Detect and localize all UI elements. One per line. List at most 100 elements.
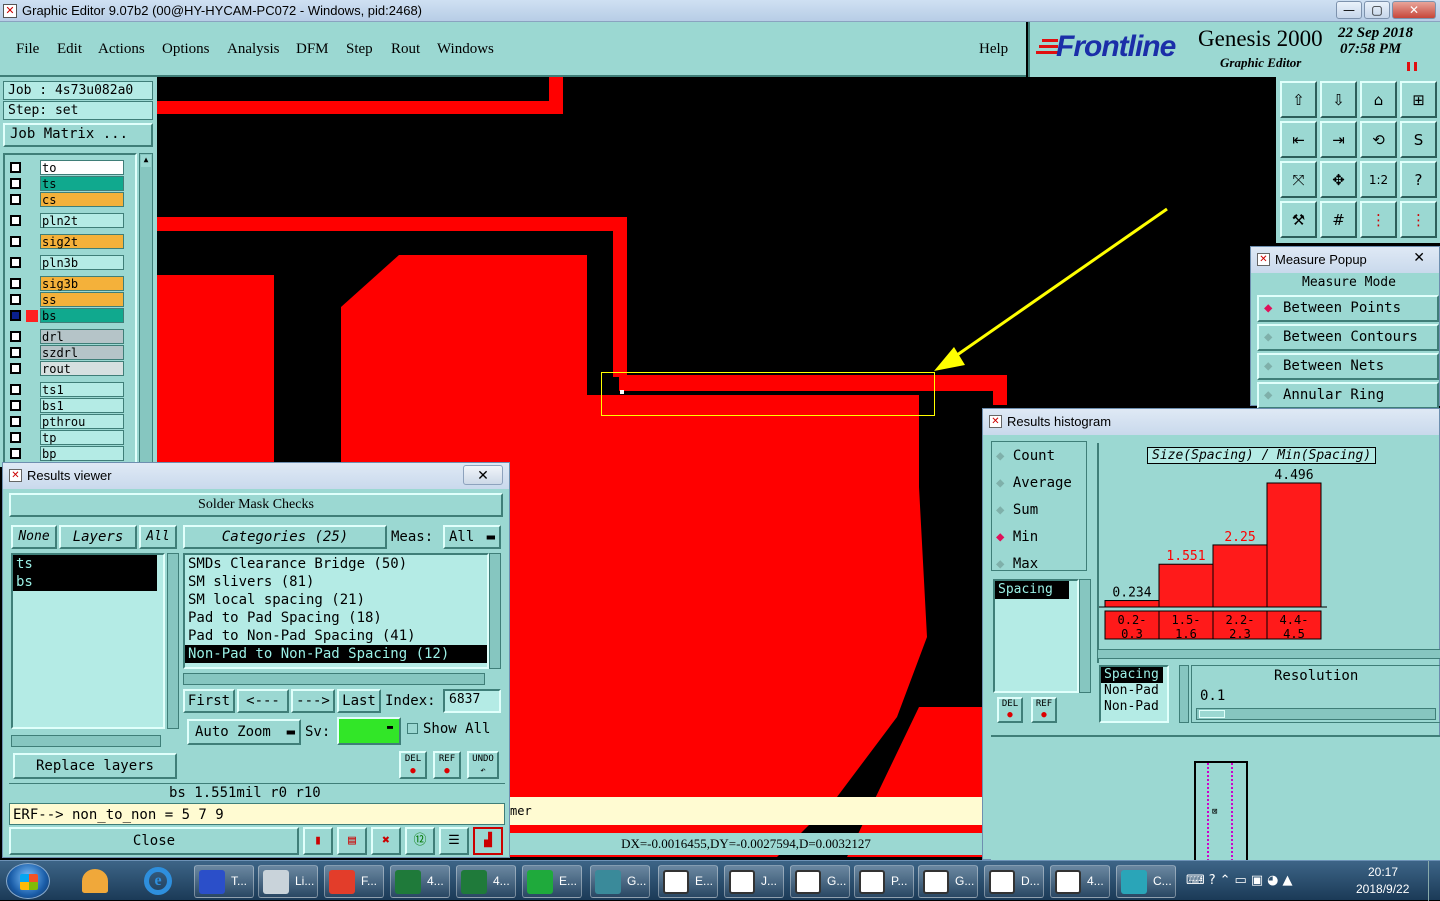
zoom-fit-icon[interactable]: ⤧ bbox=[1280, 161, 1317, 198]
taskbar-item[interactable]: G... bbox=[590, 865, 650, 898]
layer-row-cs[interactable]: cs bbox=[6, 192, 124, 207]
menu-actions[interactable]: Actions bbox=[98, 41, 145, 58]
list-item[interactable]: ts bbox=[13, 555, 157, 573]
menu-file[interactable]: File bbox=[16, 41, 39, 58]
taskbar-item[interactable]: G... bbox=[790, 865, 850, 898]
layer-checkbox[interactable] bbox=[10, 178, 21, 189]
undo-button[interactable]: UNDO ↶ bbox=[467, 751, 499, 779]
category-item[interactable]: SM slivers (81) bbox=[185, 573, 487, 591]
none-button[interactable]: None bbox=[11, 525, 57, 549]
numbers-icon[interactable]: ⑫ bbox=[405, 827, 435, 855]
list-item[interactable]: Non-Pad bbox=[1101, 683, 1167, 699]
layer-row-rout[interactable]: rout bbox=[6, 361, 124, 376]
next-button[interactable]: ---> bbox=[291, 689, 335, 713]
ruler-icon[interactable]: ⚒ bbox=[1280, 201, 1317, 238]
home-icon[interactable]: ⇧ bbox=[1280, 81, 1317, 118]
layer-row-szdrl[interactable]: szdrl bbox=[6, 345, 124, 360]
layer-list-hscrollbar[interactable] bbox=[11, 735, 161, 747]
mirror-icon[interactable]: ⟲ bbox=[1360, 121, 1397, 158]
spacing-scrollbar[interactable] bbox=[1079, 579, 1091, 693]
list-item[interactable]: Spacing bbox=[995, 581, 1069, 599]
taskbar-item[interactable]: J... bbox=[724, 865, 784, 898]
taskbar-item[interactable]: 4... bbox=[390, 865, 450, 898]
layer-row-pln2t[interactable]: pln2t bbox=[6, 213, 124, 228]
mode-option-max[interactable]: ◆ Max bbox=[996, 556, 1038, 572]
menu-windows[interactable]: Windows bbox=[437, 41, 494, 58]
layer-checkbox[interactable] bbox=[10, 448, 21, 459]
move-right-icon[interactable]: ⇥ bbox=[1320, 121, 1357, 158]
list2-scrollbar[interactable] bbox=[1179, 665, 1189, 723]
shell-icon[interactable] bbox=[66, 865, 124, 898]
layer-checkbox[interactable] bbox=[10, 384, 21, 395]
close-button[interactable]: Close bbox=[9, 827, 299, 855]
layer-checkbox[interactable] bbox=[10, 257, 21, 268]
menu-edit[interactable]: Edit bbox=[57, 41, 82, 58]
show-all-checkbox[interactable] bbox=[407, 723, 418, 734]
category-item[interactable]: Non-Pad to Non-Pad Spacing (12) bbox=[185, 645, 487, 663]
layer-row-bs[interactable]: bs bbox=[6, 308, 124, 323]
tray-icons[interactable]: ⌨?⌃▭▣◕▲ bbox=[1186, 873, 1296, 888]
close-window-button[interactable]: ✕ bbox=[1392, 1, 1436, 19]
layer-row-sig3b[interactable]: sig3b bbox=[6, 276, 124, 291]
report-icon[interactable]: ▤ bbox=[337, 827, 367, 855]
list-item[interactable]: Spacing bbox=[1101, 667, 1163, 683]
layer-checkbox[interactable] bbox=[10, 331, 21, 342]
maximize-button[interactable]: ▢ bbox=[1364, 1, 1390, 19]
solder-mask-header[interactable]: Solder Mask Checks bbox=[9, 493, 503, 517]
histogram-bar[interactable] bbox=[1158, 563, 1214, 608]
taskbar-item[interactable]: P... bbox=[854, 865, 914, 898]
mode-option-count[interactable]: ◆ Count bbox=[996, 448, 1055, 464]
category-item[interactable]: Pad to Pad Spacing (18) bbox=[185, 609, 487, 627]
category-scrollbar[interactable] bbox=[489, 553, 501, 669]
category-hscrollbar[interactable] bbox=[183, 673, 485, 685]
ref-button[interactable]: REF ● bbox=[433, 751, 461, 779]
snap-icon[interactable]: ⋮ bbox=[1360, 201, 1397, 238]
layer-list-scrollbar[interactable] bbox=[167, 553, 179, 729]
layer-list-scrollbar[interactable]: ▲ bbox=[139, 153, 153, 465]
menu-analysis[interactable]: Analysis bbox=[227, 41, 280, 58]
histogram-bar[interactable] bbox=[1104, 600, 1160, 608]
mode-option-min[interactable]: ◆ Min bbox=[996, 529, 1038, 545]
close-icon[interactable]: ✕ bbox=[1413, 249, 1425, 266]
taskbar-item[interactable]: Li... bbox=[258, 865, 318, 898]
first-button[interactable]: First bbox=[183, 689, 235, 713]
auto-zoom-dropdown[interactable]: Auto Zoom ▬ bbox=[187, 719, 301, 745]
layer-checkbox[interactable] bbox=[10, 294, 21, 305]
menu-help[interactable]: Help bbox=[979, 41, 1008, 58]
categories-button[interactable]: Categories (25) bbox=[183, 525, 387, 549]
measure-option[interactable]: ◆ Annular Ring bbox=[1257, 382, 1439, 409]
hist-ref-button[interactable]: REF ● bbox=[1031, 697, 1057, 723]
layer-row-ts1[interactable]: ts1 bbox=[6, 382, 124, 397]
ratio-icon[interactable]: 1:2 bbox=[1360, 161, 1397, 198]
measure-option[interactable]: ◆ Between Contours bbox=[1257, 324, 1439, 351]
layer-row-bp[interactable]: bp bbox=[6, 446, 124, 461]
layer-checkbox[interactable] bbox=[10, 400, 21, 411]
menu-rout[interactable]: Rout bbox=[391, 41, 420, 58]
taskbar-item[interactable]: F... bbox=[324, 865, 384, 898]
category-item[interactable]: SM local spacing (21) bbox=[185, 591, 487, 609]
layer-checkbox[interactable] bbox=[10, 347, 21, 358]
index-input[interactable]: 6837 bbox=[443, 689, 501, 713]
prev-button[interactable]: <--- bbox=[237, 689, 289, 713]
measure-option[interactable]: ◆ Between Points bbox=[1257, 295, 1439, 322]
histogram-hscrollbar[interactable] bbox=[1097, 649, 1440, 659]
layer-row-pthrou[interactable]: pthrou bbox=[6, 414, 124, 429]
layer-checkbox[interactable] bbox=[10, 310, 21, 321]
taskbar-item[interactable]: T... bbox=[194, 865, 254, 898]
sv-color-dropdown[interactable]: ▬ bbox=[337, 717, 401, 745]
slider-thumb[interactable] bbox=[1199, 710, 1225, 718]
list-item[interactable]: bs bbox=[13, 573, 157, 591]
category-item[interactable]: SMDs Clearance Bridge (50) bbox=[185, 555, 487, 573]
layer-row-ss[interactable]: ss bbox=[6, 292, 124, 307]
del-button[interactable]: DEL ● bbox=[399, 751, 427, 779]
layer-checkbox[interactable] bbox=[10, 278, 21, 289]
mode-option-sum[interactable]: ◆ Sum bbox=[996, 502, 1038, 518]
measure-option[interactable]: ◆ Between Nets bbox=[1257, 353, 1439, 380]
menu-step[interactable]: Step bbox=[346, 41, 373, 58]
start-button[interactable] bbox=[6, 863, 50, 899]
replace-layers-button[interactable]: Replace layers bbox=[13, 753, 177, 779]
list-item[interactable]: Non-Pad bbox=[1101, 699, 1167, 715]
layer-row-drl[interactable]: drl bbox=[6, 329, 124, 344]
minimize-button[interactable]: — bbox=[1336, 1, 1362, 19]
taskbar-item[interactable]: E... bbox=[522, 865, 582, 898]
